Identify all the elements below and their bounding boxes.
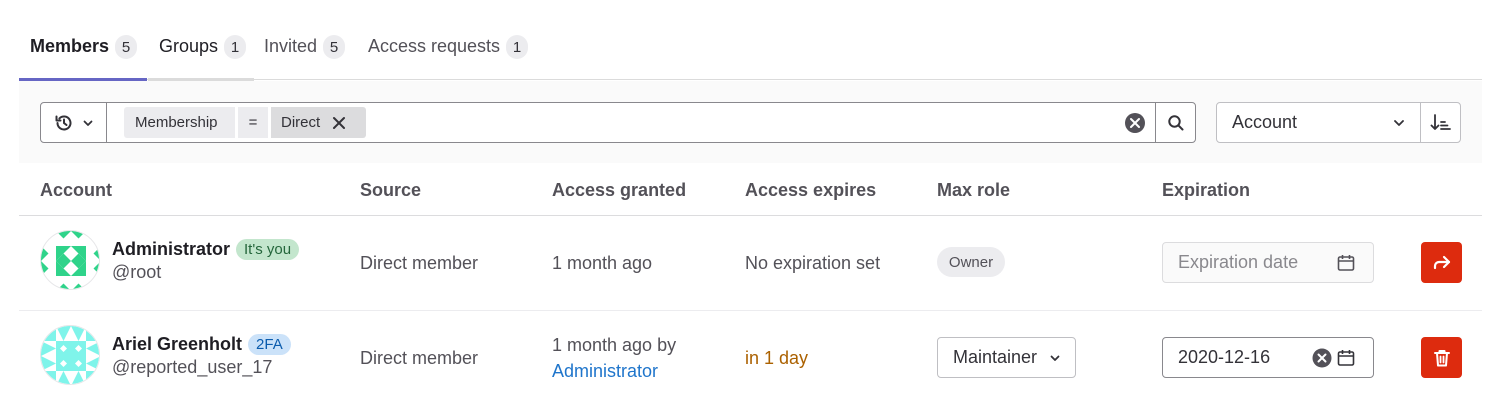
two-factor-badge: 2FA <box>248 334 291 355</box>
member-username: @root <box>112 262 162 282</box>
search-icon <box>1167 114 1183 130</box>
member-access-expires: in 1 day <box>745 348 809 368</box>
column-header-access-expires: Access expires <box>745 180 877 200</box>
column-header-source: Source <box>360 180 422 200</box>
column-header-account: Account <box>40 180 112 200</box>
recent-searches-button[interactable] <box>41 103 107 142</box>
tab-members-count: 5 <box>115 35 138 59</box>
tab-groups-label: Groups <box>159 36 219 56</box>
member-source: Direct member <box>360 348 479 368</box>
row-divider <box>19 310 1482 311</box>
tab-members-label: Members <box>30 36 110 56</box>
filter-token-key[interactable]: Membership <box>124 107 235 138</box>
table-header-divider <box>19 215 1482 216</box>
member-username: @reported_user_17 <box>112 357 273 377</box>
filtered-search-bar[interactable]: Membership = Direct <box>40 102 1196 143</box>
tab-invited[interactable]: Invited 5 <box>264 35 346 80</box>
column-header-expiration: Expiration <box>1162 180 1251 200</box>
max-role-selected: Maintainer <box>953 347 1038 367</box>
sort-ascending-icon <box>1430 113 1451 130</box>
member-access-expires: No expiration set <box>745 253 881 273</box>
clear-search-button[interactable] <box>1123 111 1147 135</box>
filter-token-value-label: Direct <box>281 114 321 131</box>
member-source: Direct member <box>360 253 479 273</box>
expiration-date-value: 2020-12-16 <box>1178 347 1271 367</box>
clear-icon <box>1125 113 1145 133</box>
clear-date-icon[interactable] <box>1311 347 1333 374</box>
trash-icon <box>1433 349 1450 366</box>
filter-token-operator[interactable]: = <box>238 107 268 138</box>
member-access-granted: 1 month ago <box>552 253 653 273</box>
tab-invited-count: 5 <box>323 35 346 59</box>
chevron-down-icon <box>83 120 92 126</box>
calendar-icon[interactable] <box>1337 349 1355 367</box>
tab-groups-count: 1 <box>224 35 247 59</box>
tab-access-requests-label: Access requests <box>368 36 501 56</box>
member-name[interactable]: Administrator It's you <box>112 239 300 260</box>
column-header-access-granted: Access granted <box>552 180 687 200</box>
leave-icon <box>1433 255 1450 269</box>
granted-by-link[interactable]: Administrator <box>552 361 658 382</box>
member-name-text: Ariel Greenholt <box>112 334 243 354</box>
member-access-granted: 1 month ago by <box>552 335 677 355</box>
column-header-max-role: Max role <box>937 180 1011 200</box>
member-name[interactable]: Ariel Greenholt 2FA <box>112 334 291 355</box>
tab-access-requests[interactable]: Access requests 1 <box>368 35 529 80</box>
tab-invited-label: Invited <box>264 36 318 56</box>
tab-access-requests-count: 1 <box>506 35 529 59</box>
filter-token-operator-label: = <box>248 114 258 131</box>
expiration-date-placeholder: Expiration date <box>1178 252 1299 272</box>
sort-by-select[interactable]: Account <box>1216 102 1421 143</box>
members-tabs: Members 5 Groups 1 Invited 5 Access requ… <box>19 0 1482 81</box>
max-role-badge: Owner <box>937 247 1005 277</box>
expiration-date-input[interactable]: 2020-12-16 <box>1162 337 1374 378</box>
calendar-icon <box>1337 255 1355 271</box>
sort-direction-button[interactable] <box>1420 102 1461 143</box>
member-name-text: Administrator <box>112 239 231 259</box>
filter-token-value[interactable]: Direct <box>271 107 366 138</box>
max-role-select[interactable]: Maintainer <box>937 337 1076 378</box>
filter-token-key-label: Membership <box>135 114 218 131</box>
tab-groups[interactable]: Groups 1 <box>159 35 247 80</box>
sort-by-selected: Account <box>1232 112 1298 132</box>
history-icon <box>55 115 71 130</box>
remove-member-button[interactable] <box>1421 337 1462 378</box>
expiration-date-input: Expiration date <box>1162 242 1374 283</box>
avatar[interactable] <box>40 325 100 385</box>
search-button[interactable] <box>1155 103 1195 142</box>
its-you-badge: It's you <box>236 239 300 260</box>
tab-members[interactable]: Members 5 <box>30 35 138 80</box>
avatar[interactable] <box>40 230 100 290</box>
chevron-down-icon <box>1394 120 1404 126</box>
chevron-down-icon <box>1050 355 1060 361</box>
leave-group-button[interactable] <box>1421 242 1462 283</box>
filter-area: Membership = Direct Account <box>19 81 1482 163</box>
remove-token-icon[interactable] <box>332 116 346 130</box>
